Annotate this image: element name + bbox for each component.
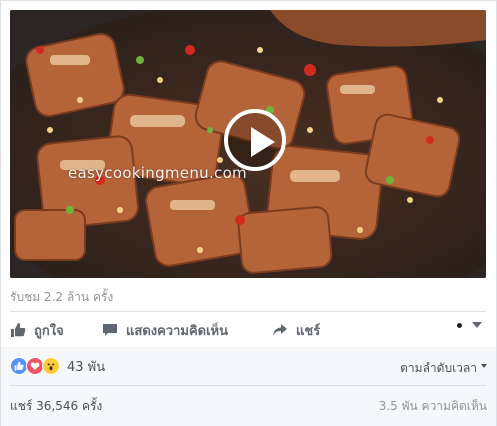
divider <box>10 385 486 386</box>
comment-label: แสดงความคิดเห็น <box>126 323 229 339</box>
wow-icon <box>42 357 60 375</box>
like-label: ถูกใจ <box>34 323 64 339</box>
comment-button[interactable]: แสดงความคิดเห็น <box>102 319 228 341</box>
comment-icon <box>102 322 118 338</box>
reaction-count: 43 พัน <box>67 359 106 375</box>
video-watermark: easycookingmenu.com <box>68 164 247 182</box>
action-bar: ถูกใจ แสดงความคิดเห็น แชร์ <box>10 319 486 341</box>
share-icon <box>272 322 288 338</box>
thumbs-up-icon <box>10 322 26 338</box>
view-count: รับชม 2.2 ล้าน ครั้ง <box>10 290 114 304</box>
share-label: แชร์ <box>296 323 321 339</box>
play-icon <box>251 127 275 157</box>
video-player[interactable]: easycookingmenu.com <box>10 10 486 278</box>
post-card: easycookingmenu.com รับชม 2.2 ล้าน ครั้ง… <box>0 0 497 426</box>
sort-label: ตามลำดับเวลา <box>400 361 477 375</box>
audience-selector[interactable] <box>457 322 482 328</box>
audience-dot-icon <box>457 322 462 328</box>
comment-sort-dropdown[interactable]: ตามลำดับเวลา <box>400 359 487 378</box>
reaction-summary[interactable]: 43 พัน <box>10 357 105 375</box>
divider <box>10 311 486 312</box>
like-button[interactable]: ถูกใจ <box>10 319 64 341</box>
chevron-down-icon <box>472 322 482 328</box>
chevron-down-icon <box>481 363 487 368</box>
share-count[interactable]: แชร์ 36,546 ครั้ง <box>10 397 102 416</box>
comment-count[interactable]: 3.5 พัน ความคิดเห็น <box>379 397 487 416</box>
play-button[interactable] <box>224 109 286 171</box>
share-button[interactable]: แชร์ <box>272 319 320 341</box>
